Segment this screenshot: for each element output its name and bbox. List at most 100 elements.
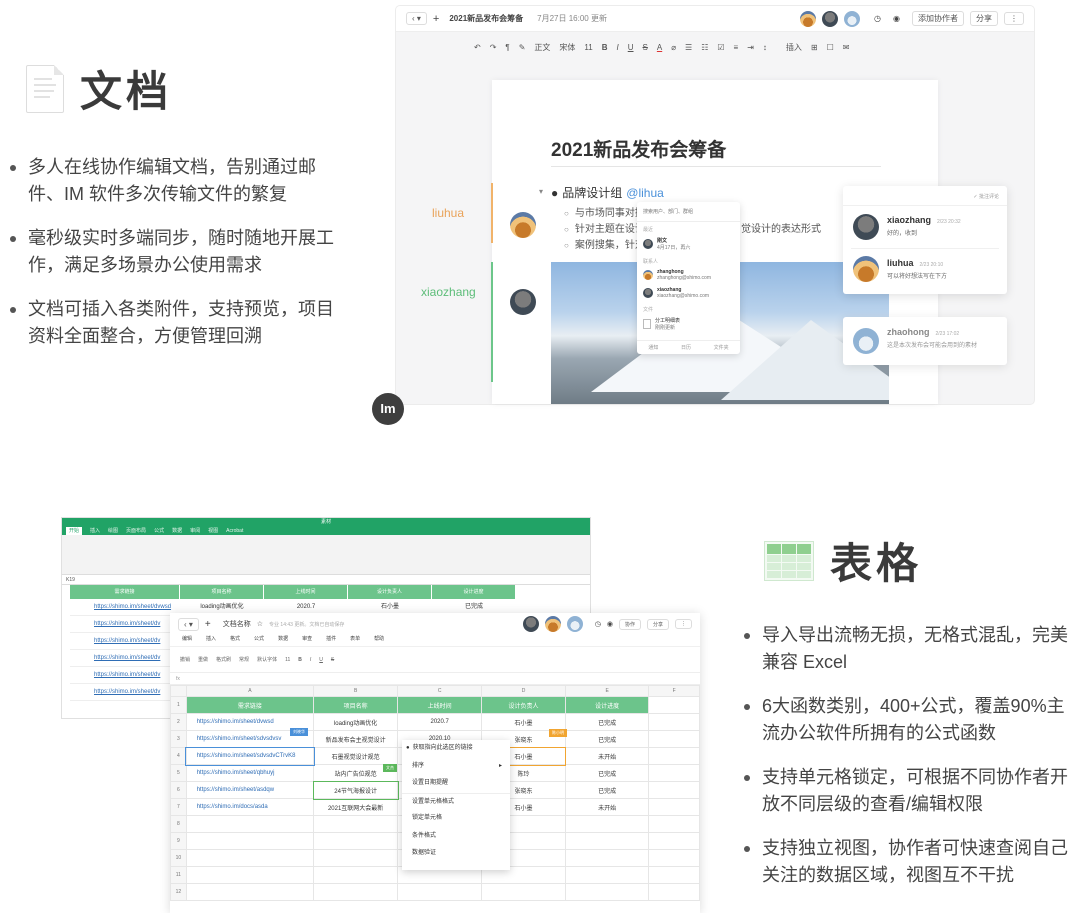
collaborator-avatar[interactable] xyxy=(522,616,539,632)
collaborator-avatar[interactable] xyxy=(844,10,861,27)
strike-button[interactable]: S xyxy=(331,657,334,663)
strike-button[interactable]: S xyxy=(643,43,648,52)
number-format-select[interactable]: 常规 xyxy=(239,656,249,663)
context-menu-item[interactable]: 数据验证 xyxy=(402,845,510,863)
collaborator-avatar[interactable] xyxy=(566,616,583,632)
table-row[interactable]: 12 xyxy=(170,883,700,901)
doc-sub-item[interactable]: 针对主题在设计 xyxy=(564,220,645,235)
font-size-select[interactable]: 11 xyxy=(584,43,592,52)
ordered-list-icon[interactable]: ☰ xyxy=(685,43,692,52)
font-size-select[interactable]: 11 xyxy=(285,657,290,663)
redo-button[interactable]: 重做 xyxy=(198,656,208,663)
ribbon-tab[interactable]: 公式 xyxy=(154,527,164,535)
more-icon[interactable]: ⋮ xyxy=(675,619,692,629)
formula-bar[interactable]: fx xyxy=(170,673,700,685)
font-select[interactable]: 默认字体 xyxy=(257,656,277,663)
collapse-arrow-icon[interactable]: ▾ xyxy=(539,187,543,196)
settings-icon[interactable]: ◉ xyxy=(607,620,613,628)
table-icon[interactable]: ⊞ xyxy=(811,43,818,52)
collaborator-avatar[interactable] xyxy=(800,10,817,27)
mention-search-input[interactable]: 搜索用户、部门、群组 xyxy=(637,202,740,222)
menu-item[interactable]: 编辑 xyxy=(182,635,192,646)
menu-item[interactable]: 格式 xyxy=(230,635,240,646)
menu-item[interactable]: 表单 xyxy=(350,635,360,646)
font-select[interactable]: 宋体 xyxy=(559,42,575,53)
comment[interactable]: zhaohong 2/23 17:02 这是本次发布会可能会用到的素材 xyxy=(887,327,1037,349)
ribbon-tab[interactable]: 视图 xyxy=(208,527,218,535)
mention-entry[interactable]: zhanghong zhanghong@shimo.com xyxy=(637,266,740,284)
ribbon-tab[interactable]: 绘图 xyxy=(108,527,118,535)
checklist-icon[interactable]: ☑ xyxy=(717,43,724,52)
redo-icon[interactable]: ↷ xyxy=(490,43,497,52)
excel-ribbon[interactable] xyxy=(62,535,590,575)
context-menu-item[interactable]: 锁定单元格 xyxy=(402,810,510,828)
menu-item[interactable]: 审查 xyxy=(302,635,312,646)
underline-button[interactable]: U xyxy=(628,43,634,52)
context-menu-item[interactable]: ● 获取指向此选区的链接 xyxy=(402,740,510,758)
ribbon-tab[interactable]: 开始 xyxy=(66,527,83,535)
ribbon-tab[interactable]: 数据 xyxy=(172,527,182,535)
collaborate-button[interactable]: 协作 xyxy=(618,618,641,630)
undo-icon[interactable]: ↶ xyxy=(474,43,481,52)
new-tab-icon[interactable]: + xyxy=(433,13,439,25)
more-icon[interactable]: ⋮ xyxy=(1004,12,1024,25)
align-icon[interactable]: ≡ xyxy=(734,43,739,52)
collaborator-avatar[interactable] xyxy=(822,10,839,27)
format-painter-icon[interactable]: ¶ xyxy=(505,43,509,52)
share-button[interactable]: 分享 xyxy=(646,618,669,630)
doc-list-item[interactable]: ▾ ● 品牌设计组 @lihua xyxy=(539,184,664,201)
clear-format-icon[interactable]: ✎ xyxy=(519,43,526,52)
history-icon[interactable]: ◷ xyxy=(874,14,881,23)
indent-icon[interactable]: ⇥ xyxy=(747,43,754,52)
doc-sub-item[interactable]: 案例搜集，针对 xyxy=(564,236,645,251)
star-icon[interactable]: ☆ xyxy=(257,620,263,628)
undo-button[interactable]: 撤销 xyxy=(180,656,190,663)
folder-tab[interactable]: 文件夹 xyxy=(714,344,729,351)
mention-entry[interactable]: 分工明细表 刚刚更新 xyxy=(637,314,740,334)
ribbon-tab[interactable]: Acrobat xyxy=(226,527,243,535)
menu-item[interactable]: 帮助 xyxy=(374,635,384,646)
italic-button[interactable]: I xyxy=(617,43,619,52)
menu-item[interactable]: 插入 xyxy=(206,635,216,646)
comment-icon[interactable]: ✉ xyxy=(843,43,850,52)
italic-button[interactable]: I xyxy=(310,657,311,663)
ribbon-tab[interactable]: 插入 xyxy=(90,527,100,535)
insert-menu[interactable]: 插入 xyxy=(786,42,802,53)
mention-entry[interactable]: xiaozhang xiaozhang@shimo.com xyxy=(637,284,740,302)
bold-button[interactable]: B xyxy=(602,43,608,52)
context-menu-item[interactable]: 设置单元格格式 xyxy=(402,792,510,811)
bold-button[interactable]: B xyxy=(298,657,302,663)
doc-heading[interactable]: 2021新品发布会筹备 xyxy=(551,135,726,162)
doc-sub-item[interactable]: 与市场同事对接 xyxy=(564,204,645,219)
calendar-tab[interactable]: 日历 xyxy=(681,344,691,351)
history-icon[interactable]: ◷ xyxy=(595,620,601,628)
comment[interactable]: liuhua 2/23 20:10 可以将好想法写在下方 xyxy=(887,258,1037,280)
mention-tag[interactable]: @lihua xyxy=(626,186,664,200)
menu-item[interactable]: 数据 xyxy=(278,635,288,646)
font-color-button[interactable]: A xyxy=(657,43,662,52)
excel-name-box[interactable]: K19 xyxy=(62,575,590,585)
ribbon-tab[interactable]: 页面布局 xyxy=(126,527,146,535)
context-menu-item[interactable]: 条件格式 xyxy=(402,828,510,846)
line-height-icon[interactable]: ↕ xyxy=(763,43,767,52)
mention-entry[interactable]: 刚文 4月17日，再六 xyxy=(637,234,740,254)
outline-icon[interactable]: ☐ xyxy=(827,43,834,52)
back-button[interactable]: ‹ ▾ xyxy=(178,617,199,631)
underline-button[interactable]: U xyxy=(319,657,323,663)
settings-icon[interactable]: ◉ xyxy=(893,14,900,23)
format-painter-button[interactable]: 格式刷 xyxy=(216,656,231,663)
ribbon-tab[interactable]: 审阅 xyxy=(190,527,200,535)
add-collaborator-button[interactable]: 添加协作者 xyxy=(912,11,964,26)
highlight-icon[interactable]: ⌀ xyxy=(671,43,676,52)
table-row[interactable]: 2 https://shimo.im/sheet/dvwsd loading动画优… xyxy=(170,713,700,731)
collaborator-avatar[interactable] xyxy=(544,616,561,632)
context-menu-item[interactable]: 排序 ▸ xyxy=(402,758,510,776)
menu-item[interactable]: 公式 xyxy=(254,635,264,646)
back-button[interactable]: ‹ ▾ xyxy=(406,12,427,25)
menu-item[interactable]: 插件 xyxy=(326,635,336,646)
context-menu-item[interactable]: 设置日期提醒 xyxy=(402,775,510,793)
notify-tab[interactable]: 通知 xyxy=(648,344,658,351)
comment[interactable]: xiaozhang 2/23 20:32 好的，收到 xyxy=(887,215,1037,237)
new-tab-icon[interactable]: + xyxy=(205,619,211,630)
check-icon[interactable]: ✓ xyxy=(973,194,977,200)
